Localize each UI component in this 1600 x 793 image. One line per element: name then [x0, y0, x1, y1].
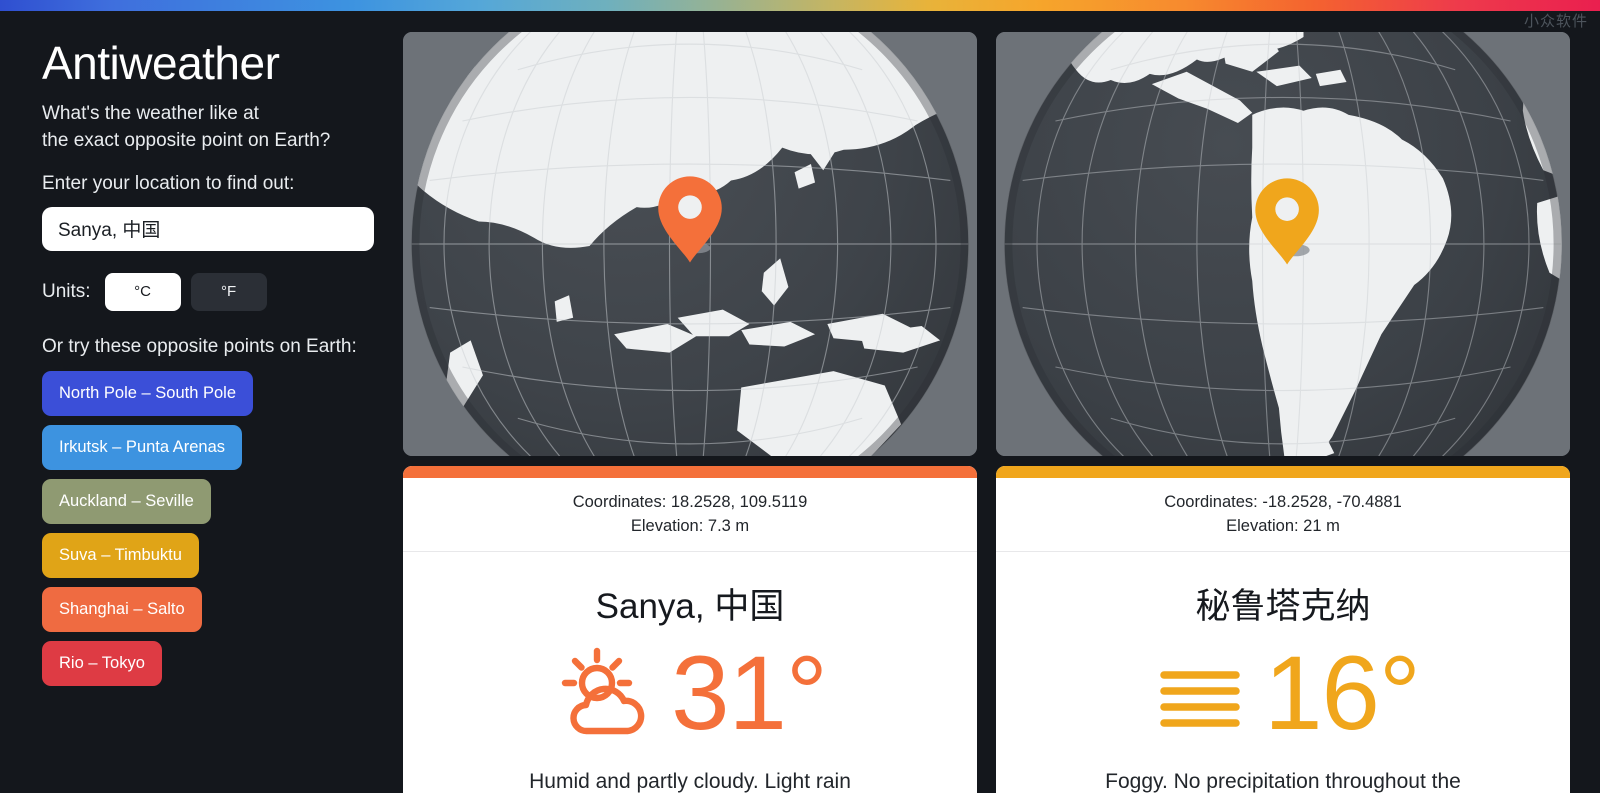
- coordinates-block-right: Coordinates: -18.2528, -70.4881 Elevatio…: [996, 478, 1570, 552]
- presets-label: Or try these opposite points on Earth:: [42, 335, 357, 357]
- weather-card-left: Coordinates: 18.2528, 109.5119 Elevation…: [403, 466, 977, 793]
- card-accent-bar-right: [996, 466, 1570, 478]
- elevation-left: Elevation: 7.3 m: [630, 516, 750, 535]
- preset-button-1[interactable]: Irkutsk – Punta Arenas: [42, 424, 243, 470]
- coordinates-block-left: Coordinates: 18.2528, 109.5119 Elevation…: [403, 478, 977, 552]
- location-search-input[interactable]: [42, 206, 374, 251]
- temperature-row-right: 16°: [996, 631, 1570, 746]
- coordinates-left: Coordinates: 18.2528, 109.5119: [572, 493, 808, 511]
- city-name-left: Sanya, 中国: [595, 586, 785, 626]
- sidebar: Antiweather What's the weather like at t…: [0, 11, 403, 793]
- temperature-right: 16°: [1264, 634, 1421, 752]
- globe-map-right[interactable]: [996, 32, 1570, 456]
- weather-summary-right: Foggy. No precipitation throughout the: [1105, 769, 1461, 793]
- unit-celsius-button[interactable]: °C: [104, 272, 181, 311]
- top-accent-gradient-bar: [0, 0, 1600, 11]
- globe-map-left[interactable]: [403, 32, 977, 456]
- coordinates-right: Coordinates: -18.2528, -70.4881: [1164, 493, 1402, 511]
- app-page: Antiweather What's the weather like at t…: [0, 11, 1600, 793]
- app-title: Antiweather: [42, 37, 280, 89]
- elevation-right: Elevation: 21 m: [1226, 516, 1340, 535]
- units-toggle-group: Units: °C °F: [42, 272, 373, 311]
- result-column-left: Coordinates: 18.2528, 109.5119 Elevation…: [403, 32, 977, 793]
- preset-button-3[interactable]: Suva – Timbuktu: [42, 532, 199, 578]
- globe-graphic-asia: [403, 32, 977, 456]
- partly-cloudy-icon: [561, 648, 645, 735]
- weather-card-right: Coordinates: -18.2528, -70.4881 Elevatio…: [996, 466, 1570, 793]
- enter-location-label: Enter your location to find out:: [42, 172, 295, 194]
- result-column-right: Coordinates: -18.2528, -70.4881 Elevatio…: [996, 32, 1570, 793]
- weather-summary-left: Humid and partly cloudy. Light rain: [529, 769, 851, 793]
- temperature-row-left: 31°: [403, 631, 977, 746]
- preset-button-2[interactable]: Auckland – Seville: [42, 478, 211, 524]
- watermark-label: 小众软件: [1523, 12, 1588, 30]
- temperature-left: 31°: [671, 634, 828, 752]
- results-columns: Coordinates: 18.2528, 109.5119 Elevation…: [403, 11, 1600, 793]
- unit-fahrenheit-button[interactable]: °F: [190, 272, 267, 311]
- fog-icon: [1160, 671, 1240, 728]
- preset-button-0[interactable]: North Pole – South Pole: [42, 370, 254, 416]
- globe-graphic-south-america: [996, 32, 1570, 456]
- tagline-line-2: the exact opposite point on Earth?: [42, 129, 331, 151]
- card-accent-bar-left: [403, 466, 977, 478]
- preset-button-5[interactable]: Rio – Tokyo: [42, 640, 162, 686]
- tagline-line-1: What's the weather like at: [42, 102, 259, 124]
- preset-button-4[interactable]: Shanghai – Salto: [42, 586, 202, 632]
- units-label: Units:: [42, 280, 91, 302]
- city-name-right: 秘鲁塔克纳: [1195, 586, 1371, 626]
- preset-pairs-list: North Pole – South Pole Irkutsk – Punta …: [42, 370, 373, 686]
